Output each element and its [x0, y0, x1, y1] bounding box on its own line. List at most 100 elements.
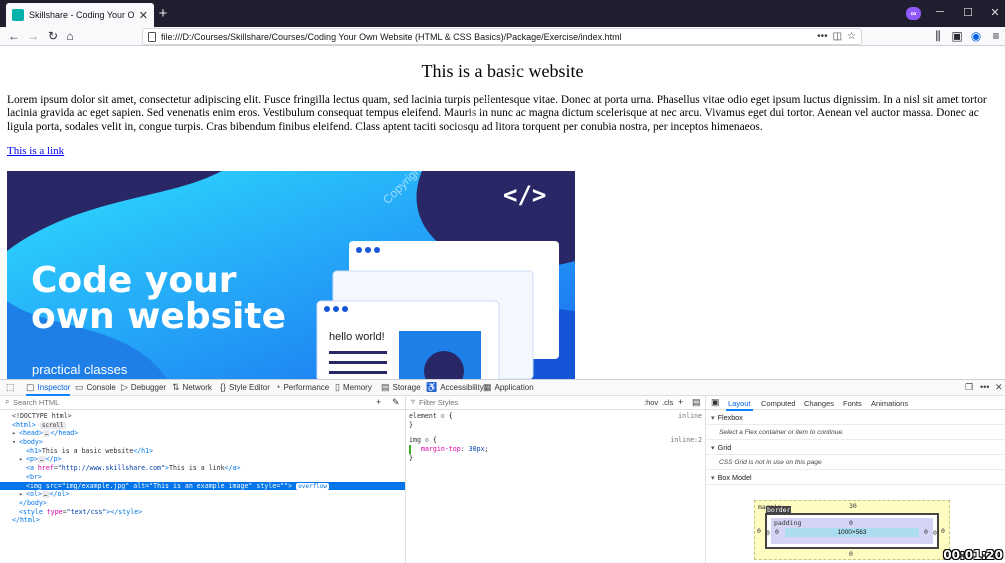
- back-icon[interactable]: ←: [6, 28, 22, 44]
- account-icon[interactable]: ◉: [968, 28, 984, 44]
- eyedropper-icon[interactable]: ✎: [392, 397, 400, 408]
- tool-style-editor[interactable]: {} Style Editor: [220, 382, 270, 392]
- tab-computed[interactable]: Computed: [761, 399, 796, 408]
- tab-animations[interactable]: Animations: [871, 399, 908, 408]
- tree-row-a[interactable]: <a href="http://www.skillshare.com">This…: [0, 464, 405, 473]
- tab-changes[interactable]: Changes: [804, 399, 834, 408]
- url-text[interactable]: file:///D:/Courses/Skillshare/Courses/Co…: [161, 32, 812, 42]
- border-right-value[interactable]: 0: [933, 529, 937, 537]
- filter-styles-input[interactable]: Filter Styles: [419, 398, 458, 407]
- margin-left-value[interactable]: 0: [757, 527, 761, 535]
- reload-icon[interactable]: ↻: [45, 28, 61, 44]
- tree-row-p[interactable]: ▸ <p>… </p>: [0, 455, 405, 464]
- box-model-padding[interactable]: padding 0 0 0 1000×563: [771, 518, 933, 544]
- add-rule-icon[interactable]: +: [678, 397, 683, 407]
- padding-left-value[interactable]: 0: [775, 528, 779, 536]
- margin-top-value[interactable]: 30: [849, 502, 857, 510]
- box-model-content[interactable]: 1000×563: [785, 528, 919, 537]
- dock-icon[interactable]: ❐: [965, 382, 973, 393]
- box-model-border[interactable]: border 0 0 padding 0 0 0 1000×563: [765, 506, 939, 549]
- border-left-value[interactable]: 0: [766, 529, 770, 537]
- maximize-button[interactable]: ☐: [961, 6, 975, 19]
- flexbox-section-header[interactable]: ▾ Flexbox: [706, 410, 1005, 425]
- skillshare-link[interactable]: This is a link: [7, 145, 1005, 157]
- overflow-badge[interactable]: overflow: [296, 482, 330, 490]
- expand-icon[interactable]: ▸: [19, 490, 26, 499]
- tree-row-head[interactable]: ▸ <head>… </head>: [0, 429, 405, 438]
- address-bar[interactable]: file:///D:/Courses/Skillshare/Courses/Co…: [142, 28, 862, 45]
- bookmark-star-icon[interactable]: ☆: [847, 31, 856, 42]
- search-html-input[interactable]: Search HTML: [13, 398, 59, 407]
- tab-layout[interactable]: Layout: [726, 399, 753, 411]
- collapse-icon[interactable]: ▾: [711, 473, 715, 482]
- tree-row-body-close[interactable]: </body>: [0, 499, 405, 508]
- tool-storage[interactable]: ▤ Storage: [381, 382, 421, 393]
- tool-performance[interactable]: ◔ Performance: [275, 382, 329, 392]
- margin-right-value[interactable]: 0: [941, 527, 945, 535]
- tool-memory[interactable]: ▯ Memory: [335, 382, 372, 393]
- tree-row-img-selected[interactable]: <img src="img/example.jpg" alt="This is …: [0, 481, 405, 491]
- library-icon[interactable]: ⫼: [930, 28, 946, 44]
- tree-row-html[interactable]: <html> scroll: [0, 421, 405, 430]
- new-tab-button[interactable]: +: [155, 5, 171, 22]
- padding-label: padding: [774, 519, 802, 527]
- rule-source[interactable]: inline:2: [670, 436, 702, 445]
- hov-toggle[interactable]: :hov: [644, 398, 658, 407]
- close-window-button[interactable]: ✕: [988, 6, 1002, 19]
- element-picker-icon[interactable]: ⬚: [6, 382, 15, 393]
- minimize-button[interactable]: ─: [933, 6, 947, 18]
- tree-row-br[interactable]: <br>: [0, 473, 405, 482]
- private-browsing-icon: ∞: [906, 7, 921, 20]
- box-model-margin[interactable]: margin 30 0 0 0 border 0 0 padding 0 0 0…: [754, 500, 950, 560]
- inspector-icon: ▢: [26, 382, 35, 392]
- tool-network[interactable]: ⇅ Network: [172, 382, 212, 393]
- lorem-paragraph: Lorem ipsum dolor sit amet, consectetur …: [7, 94, 987, 133]
- tab-close-icon[interactable]: ✕: [139, 9, 148, 22]
- expand-icon[interactable]: ▸: [19, 455, 26, 464]
- collapse-icon[interactable]: ▾: [12, 438, 19, 447]
- tab-fonts[interactable]: Fonts: [843, 399, 862, 408]
- tree-row-html-close[interactable]: </html>: [0, 516, 405, 525]
- tool-inspector[interactable]: ▢ Inspector: [26, 382, 71, 396]
- rule-source[interactable]: inline: [678, 412, 702, 421]
- tree-row-style[interactable]: <style type="text/css"></style>: [0, 508, 405, 517]
- box-model-section-header[interactable]: ▾ Box Model: [706, 470, 1005, 485]
- grid-section-header[interactable]: ▾ Grid: [706, 440, 1005, 455]
- tool-application[interactable]: ▦ Application: [483, 382, 534, 393]
- scroll-badge[interactable]: scroll: [39, 421, 66, 429]
- tool-debugger[interactable]: ▷ Debugger: [121, 382, 166, 393]
- gear-icon[interactable]: ⚙: [441, 412, 445, 420]
- rule-img[interactable]: img ⚙ { inline:2: [409, 436, 704, 445]
- collapse-icon[interactable]: ▾: [711, 413, 715, 422]
- tree-row-ol[interactable]: ▸ <ol>… </ol>: [0, 490, 405, 499]
- browser-tab[interactable]: Skillshare - Coding Your Own Website ✕: [6, 3, 154, 27]
- html-tree: <!DOCTYPE html> <html> scroll ▸ <head>… </…: [0, 412, 405, 525]
- devtools-close-icon[interactable]: ✕: [995, 382, 1003, 393]
- page-actions-icon[interactable]: •••: [817, 31, 828, 42]
- menu-icon[interactable]: ≡: [988, 28, 1004, 44]
- margin-bottom-value[interactable]: 0: [849, 550, 853, 558]
- tool-console[interactable]: ▭ Console: [75, 382, 116, 393]
- tree-row-body[interactable]: ▾ <body>: [0, 438, 405, 447]
- devtools-menu-icon[interactable]: •••: [980, 382, 989, 392]
- padding-top-value[interactable]: 0: [849, 519, 853, 527]
- gear-icon[interactable]: ⚙: [425, 436, 429, 444]
- tool-accessibility[interactable]: ♿ Accessibility: [426, 382, 484, 393]
- home-icon[interactable]: ⌂: [62, 28, 78, 44]
- print-simulation-icon[interactable]: ▤: [692, 397, 701, 408]
- padding-right-value[interactable]: 0: [924, 528, 928, 536]
- rule-declaration[interactable]: margin-top: 30px;: [409, 445, 704, 454]
- add-node-icon[interactable]: +: [376, 397, 381, 407]
- tree-row-h1[interactable]: <h1>This is a basic website</h1>: [0, 447, 405, 456]
- sidebar-toggle-icon[interactable]: ▣: [711, 397, 720, 408]
- collapse-icon[interactable]: ▾: [711, 443, 715, 452]
- cls-toggle[interactable]: .cls: [662, 398, 673, 407]
- expand-icon[interactable]: ▸: [12, 429, 19, 438]
- pocket-icon[interactable]: ◫: [833, 31, 842, 42]
- page-info-icon[interactable]: [148, 31, 156, 42]
- forward-icon[interactable]: →: [25, 28, 41, 44]
- tree-row-doctype[interactable]: <!DOCTYPE html>: [0, 412, 405, 421]
- rule-element[interactable]: element ⚙ { inline: [409, 412, 704, 421]
- video-timer: 00:01:20: [943, 548, 1003, 562]
- sidebar-icon[interactable]: ▣: [949, 28, 965, 44]
